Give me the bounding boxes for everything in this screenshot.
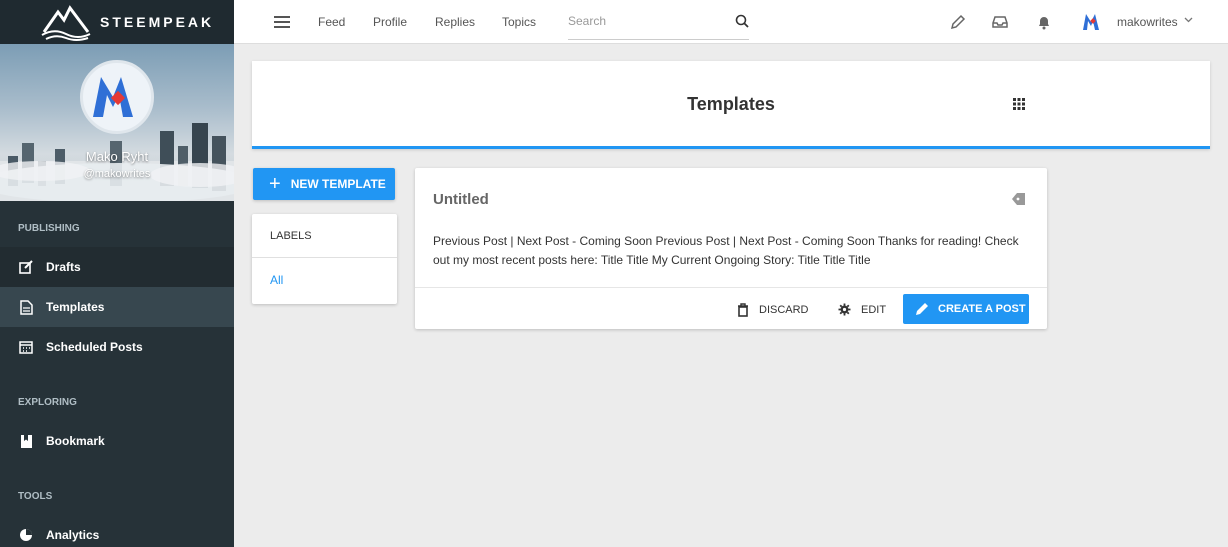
inbox-icon[interactable] <box>992 14 1008 30</box>
sidebar-item-analytics[interactable]: Analytics <box>0 515 234 547</box>
username[interactable]: makowrites <box>1117 15 1178 29</box>
pencil-icon <box>916 303 928 315</box>
search-box <box>568 6 749 40</box>
mako-logo-icon <box>93 77 133 117</box>
edit-icon <box>18 259 34 275</box>
sidebar-item-label: Templates <box>46 300 105 314</box>
profile-display-name: Mako Ryht <box>85 149 149 164</box>
brand-bar[interactable]: STEEMPEAK <box>0 0 234 44</box>
nav-link-topics[interactable]: Topics <box>502 15 536 29</box>
discard-label: DISCARD <box>759 304 809 316</box>
top-bar: Feed Profile Replies Topics makowrites <box>234 0 1228 44</box>
new-template-label: NEW TEMPLATE <box>290 177 386 191</box>
section-title-exploring: EXPLORING <box>18 397 77 408</box>
edit-label: EDIT <box>861 303 887 316</box>
sidebar-item-bookmark[interactable]: Bookmark <box>0 421 234 461</box>
edit-button[interactable]: EDIT <box>838 303 886 316</box>
labels-title: LABELS <box>252 214 397 258</box>
page-header-card: Templates <box>252 61 1210 149</box>
search-input[interactable] <box>568 6 718 36</box>
section-title-publishing: PUBLISHING <box>18 223 80 234</box>
sidebar-item-label: Bookmark <box>46 434 105 448</box>
labels-panel: LABELS All <box>252 214 397 304</box>
sidebar-item-drafts[interactable]: Drafts <box>0 247 234 287</box>
grid-view-icon[interactable] <box>1013 98 1025 110</box>
profile-banner: Mako Ryht @makowrites <box>0 44 234 201</box>
template-actions: DISCARD EDIT CREATE A POST <box>415 287 1047 329</box>
document-icon <box>18 299 34 315</box>
section-title-tools: TOOLS <box>18 491 53 502</box>
pie-chart-icon <box>18 527 34 543</box>
gear-icon <box>838 303 851 316</box>
new-template-button[interactable]: + NEW TEMPLATE <box>253 168 395 200</box>
user-avatar-icon[interactable] <box>1082 13 1104 31</box>
profile-handle: @makowrites <box>83 168 151 180</box>
sidebar-item-label: Analytics <box>46 528 100 542</box>
create-post-label: CREATE A POST <box>938 303 1026 315</box>
nav-link-feed[interactable]: Feed <box>318 15 345 29</box>
bookmark-icon <box>18 433 34 449</box>
mountain-logo-icon <box>41 5 91 41</box>
trash-icon <box>738 303 748 317</box>
sidebar-item-label: Drafts <box>46 260 81 274</box>
plus-icon: + <box>269 173 281 195</box>
discard-button[interactable]: DISCARD <box>737 303 809 317</box>
label-filter-all[interactable]: All <box>252 273 397 287</box>
sidebar-item-scheduled-posts[interactable]: Scheduled Posts <box>0 327 234 367</box>
menu-icon[interactable] <box>274 15 290 29</box>
search-icon[interactable] <box>735 14 749 28</box>
template-title: Untitled <box>433 191 489 208</box>
template-body: Previous Post | Next Post - Coming Soon … <box>433 234 1019 267</box>
tag-icon[interactable] <box>1011 192 1029 206</box>
pencil-icon[interactable] <box>950 14 966 30</box>
sidebar-item-templates[interactable]: Templates <box>0 287 234 327</box>
calendar-icon <box>18 339 34 355</box>
chevron-down-icon[interactable] <box>1184 17 1193 23</box>
avatar[interactable] <box>80 60 154 134</box>
template-card: Untitled Previous Post | Next Post - Com… <box>415 168 1047 329</box>
create-post-button[interactable]: CREATE A POST <box>903 294 1029 324</box>
page-title: Templates <box>687 94 775 114</box>
sidebar: STEEMPEAK Mako Ryht @makowrites PUBLISHI… <box>0 0 234 547</box>
sidebar-item-label: Scheduled Posts <box>46 340 143 354</box>
nav-link-profile[interactable]: Profile <box>373 15 407 29</box>
brand-name: STEEMPEAK <box>100 14 215 30</box>
nav-link-replies[interactable]: Replies <box>435 15 475 29</box>
bell-icon[interactable] <box>1036 14 1052 30</box>
